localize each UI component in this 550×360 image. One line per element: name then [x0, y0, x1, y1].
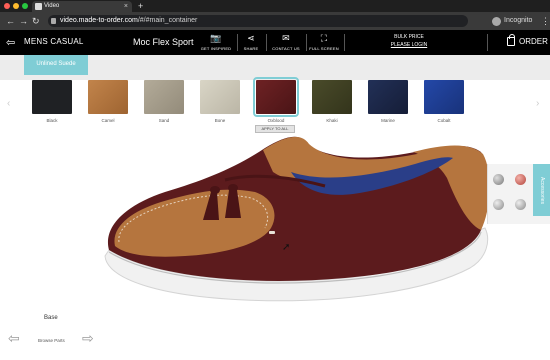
swatch-marine[interactable]: Marine	[368, 80, 408, 123]
swatch-chip	[144, 80, 184, 114]
swatch-label: Cobalt	[437, 118, 451, 123]
swatch-label: Camel	[101, 118, 115, 123]
next-part-arrow-icon[interactable]: ⇨	[82, 330, 94, 347]
swatch-label: Marine	[381, 118, 395, 123]
swatch-label: Bone	[214, 118, 226, 123]
maximize-window-button[interactable]	[22, 3, 28, 9]
accessory-red-tassel-icon[interactable]	[515, 174, 526, 185]
swatch-cobalt[interactable]: Cobalt	[424, 80, 464, 123]
model-title: Moc Flex Sport	[133, 37, 194, 47]
camera-icon: 📷	[210, 33, 222, 43]
window-controls[interactable]	[4, 3, 28, 9]
login-link[interactable]: PLEASE LOGIN	[385, 42, 433, 48]
get-inspired-label: GET INSPIRED	[200, 46, 232, 51]
swatch-label: Khaki	[326, 118, 338, 123]
accessory-buckle-icon[interactable]	[493, 199, 504, 210]
url-host: video.made-to-order.com	[60, 17, 138, 24]
url-field[interactable]: video.made-to-order.com/#/#main_containe…	[48, 15, 468, 27]
swatch-label: Sand	[158, 118, 170, 123]
app-header: ⇦ MENS CASUAL Moc Flex Sport 📷 GET INSPI…	[0, 30, 550, 55]
swatch-black[interactable]: Black	[32, 80, 72, 123]
incognito-icon	[492, 16, 501, 26]
forward-button[interactable]: →	[19, 15, 28, 27]
swatch-chip	[312, 80, 352, 114]
new-tab-button[interactable]: +	[138, 0, 143, 12]
divider	[487, 34, 488, 51]
prev-part-arrow-icon[interactable]: ⇦	[8, 330, 20, 347]
swatch-chip	[32, 80, 72, 114]
full-screen-button[interactable]: ⛶ FULL SCREEN	[304, 33, 344, 51]
swatch-bone[interactable]: Bone	[200, 80, 240, 123]
favicon-icon	[35, 3, 42, 10]
full-screen-label: FULL SCREEN	[309, 46, 339, 51]
share-button[interactable]: ⋖ SHARE	[231, 33, 271, 51]
parts-navigation: ⇦ Browse Parts ⇨	[0, 330, 550, 360]
swatch-chip	[88, 80, 128, 114]
category-title[interactable]: MENS CASUAL	[24, 37, 84, 46]
shopping-bag-icon	[507, 34, 515, 46]
fullscreen-icon: ⛶	[320, 33, 328, 43]
swatch-sand[interactable]: Sand	[144, 80, 184, 123]
url-path: /#/#main_container	[137, 17, 198, 24]
swatch-chip	[368, 80, 408, 114]
tab-title: Video	[44, 3, 60, 9]
stitch-marker	[269, 231, 275, 234]
shoe-3d-view[interactable]	[95, 128, 495, 308]
accessory-tassel-icon[interactable]	[493, 174, 504, 185]
material-tab[interactable]: Unlined Suede	[24, 55, 88, 75]
material-bar: Unlined Suede	[0, 55, 550, 80]
swatch-chip	[253, 77, 299, 117]
contact-us-button[interactable]: ✉ CONTACT US	[266, 33, 306, 51]
reload-button[interactable]: ↻	[32, 15, 40, 27]
swatch-chip	[200, 80, 240, 114]
browse-parts-label: Browse Parts	[38, 338, 65, 343]
share-icon: ⋖	[247, 33, 255, 43]
bulk-price-label: BULK PRICE	[394, 34, 424, 40]
swatch-oxblood[interactable]: Oxblood	[253, 77, 299, 123]
close-tab-icon[interactable]: ×	[124, 1, 128, 12]
logo-icon[interactable]: ⇦	[6, 36, 15, 49]
swatch-chip	[424, 80, 464, 114]
order-button[interactable]: ORDER	[507, 34, 548, 46]
contact-us-label: CONTACT US	[272, 46, 300, 51]
swatch-label: Black	[46, 118, 58, 123]
address-bar-row: ← → ↻ video.made-to-order.com/#/#main_co…	[0, 12, 550, 30]
close-window-button[interactable]	[4, 3, 10, 9]
browser-tab-strip: Video × +	[0, 0, 550, 12]
divider	[344, 34, 345, 51]
swatch-row: ‹ › Black Camel Sand Bone Oxblood Khaki …	[0, 77, 550, 130]
section-label: Base	[44, 315, 58, 321]
swatch-next-arrow[interactable]: ›	[536, 98, 539, 109]
minimize-window-button[interactable]	[13, 3, 19, 9]
swatch-camel[interactable]: Camel	[88, 80, 128, 123]
get-inspired-button[interactable]: 📷 GET INSPIRED	[196, 33, 236, 51]
order-label: ORDER	[519, 37, 548, 46]
browser-tab[interactable]: Video ×	[32, 1, 132, 12]
swatch-label: Oxblood	[267, 118, 285, 123]
back-button[interactable]: ←	[6, 15, 15, 27]
accessory-bit-icon[interactable]	[515, 199, 526, 210]
profile-button[interactable]: Incognito	[492, 15, 532, 27]
share-label: SHARE	[243, 46, 259, 51]
bulk-price: BULK PRICE PLEASE LOGIN	[385, 34, 433, 48]
swatch-khaki[interactable]: Khaki	[312, 80, 352, 123]
swatch-prev-arrow[interactable]: ‹	[7, 98, 10, 109]
lock-icon	[51, 18, 56, 24]
browser-menu-icon[interactable]: ⋮	[541, 15, 550, 27]
accessories-tab[interactable]: Accessories	[533, 164, 550, 216]
envelope-icon: ✉	[282, 33, 290, 43]
profile-label: Incognito	[504, 17, 533, 24]
mouse-cursor-icon: ➚	[282, 242, 291, 253]
